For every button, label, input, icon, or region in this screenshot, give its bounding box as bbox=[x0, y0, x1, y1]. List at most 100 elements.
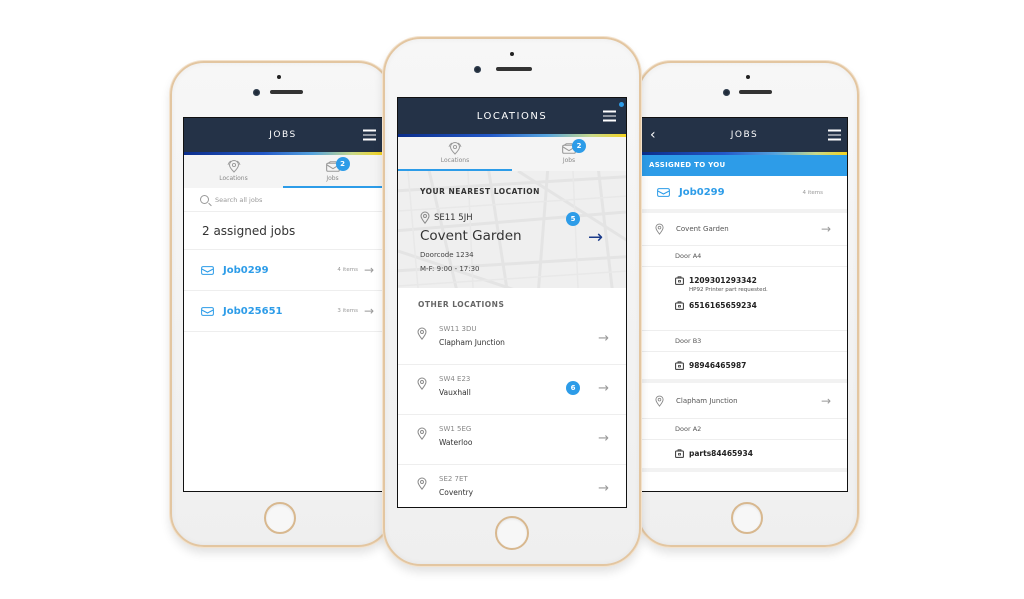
tab-label: Locations bbox=[219, 175, 248, 182]
proximity-sensor bbox=[277, 75, 281, 79]
job-row[interactable]: Job0299 4 items bbox=[642, 176, 847, 213]
arrow-right-icon[interactable]: → bbox=[588, 227, 603, 248]
nearest-opening-hours: M-F: 9:00 - 17:30 bbox=[420, 265, 480, 273]
location-postcode: SW11 3DU bbox=[439, 325, 477, 333]
location-pin-icon bbox=[417, 427, 427, 440]
arrow-right-icon: → bbox=[598, 431, 609, 446]
location-name: Waterloo bbox=[439, 438, 473, 447]
job-item-count: 4 items bbox=[802, 189, 823, 196]
arrow-right-icon: → bbox=[363, 263, 374, 277]
part-item[interactable]: parts84465934 bbox=[642, 440, 847, 458]
locations-screen: LOCATIONS Locations 2 Jobs YOUR NEAREST … bbox=[397, 97, 627, 508]
search-icon bbox=[200, 195, 209, 204]
envelope-icon bbox=[201, 307, 214, 316]
tab-bar: Locations 2 Jobs bbox=[184, 155, 382, 188]
arrow-right-icon: → bbox=[820, 222, 831, 236]
door-label: Door A2 bbox=[642, 419, 847, 440]
location-count-badge: 6 bbox=[566, 381, 580, 395]
location-postcode: SW1 5EG bbox=[439, 425, 472, 433]
location-pin-icon bbox=[448, 142, 462, 155]
home-button[interactable] bbox=[731, 502, 763, 534]
notification-dot bbox=[619, 102, 624, 107]
tab-locations[interactable]: Locations bbox=[184, 155, 283, 188]
app-header: LOCATIONS bbox=[398, 98, 626, 134]
tab-jobs[interactable]: 2 Jobs bbox=[283, 155, 382, 188]
search-jobs-input[interactable]: Search all jobs bbox=[184, 188, 382, 212]
front-camera bbox=[723, 89, 730, 96]
header-title: JOBS bbox=[730, 130, 759, 140]
part-item[interactable]: 1209301293342 HP92 Printer part requeste… bbox=[642, 267, 847, 293]
hamburger-menu-icon[interactable] bbox=[363, 129, 376, 141]
hamburger-menu-icon[interactable] bbox=[828, 129, 841, 141]
envelope-icon bbox=[201, 266, 214, 275]
tab-locations[interactable]: Locations bbox=[398, 137, 512, 171]
parts-group: 98946465987 bbox=[642, 352, 847, 383]
nearest-count-badge: 5 bbox=[566, 212, 580, 226]
earpiece-speaker bbox=[496, 67, 532, 71]
phone-center: LOCATIONS Locations 2 Jobs YOUR NEAREST … bbox=[383, 37, 641, 566]
part-item[interactable]: 98946465987 bbox=[642, 352, 847, 370]
tab-bar: Locations 2 Jobs bbox=[398, 137, 626, 171]
job-location-row[interactable]: Clapham Junction → bbox=[642, 383, 847, 419]
arrow-right-icon: → bbox=[820, 393, 831, 408]
job-name: Job0299 bbox=[679, 187, 725, 198]
location-name: Coventry bbox=[439, 488, 474, 497]
location-row[interactable]: SE2 7ET Coventry → bbox=[398, 465, 626, 507]
part-item[interactable]: 6516165659234 bbox=[642, 293, 847, 310]
location-pin-icon bbox=[417, 327, 427, 340]
package-icon bbox=[675, 449, 684, 458]
location-name: Clapham Junction bbox=[676, 396, 738, 405]
location-row[interactable]: SW11 3DU Clapham Junction → bbox=[398, 315, 626, 365]
home-button[interactable] bbox=[264, 502, 296, 534]
arrow-right-icon: → bbox=[598, 331, 609, 346]
parts-group: 1209301293342 HP92 Printer part requeste… bbox=[642, 267, 847, 331]
assigned-to-you-banner: ASSIGNED TO YOU bbox=[642, 155, 847, 176]
location-pin-icon bbox=[655, 395, 664, 407]
nearest-location-card[interactable]: YOUR NEAREST LOCATION SE11 5JH Covent Ga… bbox=[398, 171, 626, 288]
job-row[interactable]: Job025651 3 items → bbox=[184, 291, 382, 332]
search-placeholder: Search all jobs bbox=[215, 195, 263, 204]
job-item-count: 4 items bbox=[337, 267, 358, 273]
tab-label: Jobs bbox=[326, 175, 339, 182]
nearest-location-heading: YOUR NEAREST LOCATION bbox=[420, 187, 540, 196]
location-row[interactable]: SW4 E23 Vauxhall 6 → bbox=[398, 365, 626, 415]
job-location-row[interactable]: Covent Garden → bbox=[642, 213, 847, 246]
hamburger-menu-icon[interactable] bbox=[603, 110, 616, 122]
location-postcode: SE2 7ET bbox=[439, 475, 468, 483]
location-name: Clapham Junction bbox=[439, 338, 505, 347]
other-locations-heading: OTHER LOCATIONS bbox=[418, 300, 505, 309]
part-number: parts84465934 bbox=[689, 449, 753, 458]
app-header: JOBS bbox=[184, 118, 382, 152]
location-name: Covent Garden bbox=[676, 225, 729, 233]
location-postcode: SW4 E23 bbox=[439, 375, 471, 383]
front-camera bbox=[253, 89, 260, 96]
location-pin-icon bbox=[417, 477, 427, 490]
back-chevron-icon[interactable]: ‹ bbox=[650, 118, 656, 152]
door-label: Door B3 bbox=[642, 331, 847, 352]
nearest-doorcode: Doorcode 1234 bbox=[420, 251, 474, 259]
arrow-right-icon: → bbox=[598, 381, 609, 396]
tab-jobs[interactable]: 2 Jobs bbox=[512, 137, 626, 171]
job-row[interactable]: Job0299 4 items → bbox=[184, 250, 382, 291]
earpiece-speaker bbox=[739, 90, 772, 94]
job-item-count: 3 items bbox=[337, 308, 358, 314]
app-header: ‹ JOBS bbox=[642, 118, 847, 152]
header-title: JOBS bbox=[269, 130, 297, 140]
tab-label: Locations bbox=[440, 157, 470, 164]
phone-left: JOBS Locations 2 Jobs Search all jobs 2 … bbox=[170, 61, 392, 547]
part-number: 6516165659234 bbox=[689, 301, 757, 310]
arrow-right-icon: → bbox=[598, 481, 609, 496]
nearest-postcode: SE11 5JH bbox=[434, 213, 473, 223]
home-button[interactable] bbox=[495, 516, 529, 550]
location-pin-icon bbox=[420, 211, 430, 224]
location-row[interactable]: SW1 5EG Waterloo → bbox=[398, 415, 626, 465]
envelope-icon bbox=[657, 188, 670, 197]
jobs-count-badge: 2 bbox=[335, 157, 350, 171]
header-title: LOCATIONS bbox=[476, 111, 548, 122]
job-name: Job025651 bbox=[223, 305, 283, 317]
jobs-count-badge: 2 bbox=[572, 139, 586, 153]
location-name: Vauxhall bbox=[439, 388, 471, 397]
package-icon bbox=[675, 361, 684, 370]
package-icon bbox=[675, 276, 684, 285]
nearest-location-name: Covent Garden bbox=[420, 228, 522, 244]
